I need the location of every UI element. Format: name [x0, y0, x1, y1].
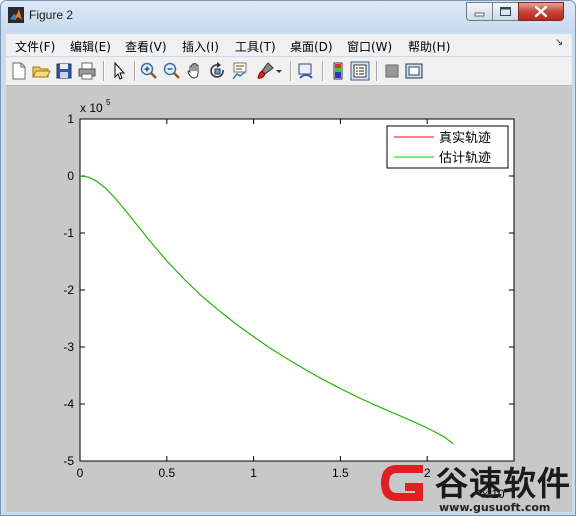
figure-window: Figure 2 文件(F) 编辑(E) 查看(V) 插入(I) 工具(T) 桌…: [0, 0, 576, 516]
y-tick-label: -4: [63, 397, 74, 411]
toolbar-separator: [103, 61, 105, 81]
watermark-logo-icon: [381, 465, 423, 501]
toolbar-separator: [322, 61, 324, 81]
watermark: 谷速软件 www.gusuoft.com: [373, 453, 575, 515]
toolbar-separator: [376, 61, 378, 81]
legend-label-true: 真实轨迹: [439, 131, 491, 146]
y-tick-label: 1: [67, 112, 74, 126]
zoom-out-icon[interactable]: [162, 61, 182, 81]
x-tick-label: 0: [77, 466, 84, 480]
link-plot-icon[interactable]: [296, 61, 316, 81]
menu-edit[interactable]: 编辑(E): [70, 38, 111, 55]
brush-icon[interactable]: [255, 61, 275, 81]
toolbar-separator: [134, 61, 136, 81]
open-file-icon[interactable]: [31, 61, 51, 81]
menu-help[interactable]: 帮助(H): [408, 38, 450, 55]
menu-tools[interactable]: 工具(T): [235, 38, 276, 55]
x-tick-label: 1: [250, 466, 257, 480]
minimize-button[interactable]: [466, 2, 493, 21]
title-bar[interactable]: Figure 2: [1, 1, 575, 31]
legend[interactable]: 真实轨迹 估计轨迹: [386, 125, 509, 169]
new-figure-icon[interactable]: [9, 61, 29, 81]
y-tick-label: 0: [67, 169, 74, 183]
close-button[interactable]: [518, 2, 564, 21]
menu-bar: 文件(F) 编辑(E) 查看(V) 插入(I) 工具(T) 桌面(D) 窗口(W…: [6, 34, 572, 56]
menu-insert[interactable]: 插入(I): [182, 38, 219, 55]
watermark-text: 谷速软件: [435, 464, 571, 503]
brush-dropdown-icon[interactable]: [274, 61, 284, 81]
figure-canvas[interactable]: 0 0.5 1 1.5 2 1 0 -1 -2 -3 -4 -5 x 10 5 x 10 真实轨迹 估…: [6, 86, 572, 512]
window-title: Figure 2: [29, 8, 74, 22]
y-exponent-label: x 10: [80, 101, 103, 115]
x-tick-label: 0.5: [158, 466, 175, 480]
y-tick-label: -2: [63, 283, 74, 297]
maximize-icon: [500, 7, 511, 16]
minimize-icon: [474, 12, 485, 17]
select-arrow-icon[interactable]: [109, 61, 129, 81]
print-icon[interactable]: [77, 61, 97, 81]
data-cursor-icon[interactable]: [231, 61, 251, 81]
y-tick-label: -3: [63, 340, 74, 354]
x-tick-label: 1.5: [332, 466, 349, 480]
maximize-button[interactable]: [492, 2, 519, 21]
insert-colorbar-icon[interactable]: [328, 61, 348, 81]
legend-label-estimate: 估计轨迹: [439, 151, 491, 166]
save-icon[interactable]: [54, 61, 74, 81]
matlab-logo-icon: [8, 7, 24, 23]
close-icon: [534, 5, 548, 18]
zoom-in-icon[interactable]: [139, 61, 159, 81]
y-tick-label: -1: [63, 226, 74, 240]
menu-window[interactable]: 窗口(W): [347, 38, 392, 55]
menu-view[interactable]: 查看(V): [125, 38, 167, 55]
insert-legend-icon[interactable]: [350, 61, 370, 81]
hide-plot-tools-icon[interactable]: [382, 61, 402, 81]
menu-dock-arrow-icon[interactable]: ↘: [555, 37, 563, 48]
plot-svg: 0 0.5 1 1.5 210-1-2-3-4-5 x 10 5 x 10 真实轨迹 估…: [63, 98, 515, 501]
rotate-3d-icon[interactable]: [208, 61, 228, 81]
show-plot-tools-icon[interactable]: [404, 61, 424, 81]
axes-background[interactable]: [79, 118, 515, 462]
y-tick-label: -5: [63, 454, 74, 468]
watermark-url: www.gusuoft.com: [439, 501, 551, 514]
menu-file[interactable]: 文件(F): [15, 38, 55, 55]
toolbar-separator: [290, 61, 292, 81]
y-exponent-power: 5: [106, 98, 111, 107]
menu-desktop[interactable]: 桌面(D): [290, 38, 333, 55]
figure-toolbar: [6, 57, 572, 86]
pan-hand-icon[interactable]: [185, 61, 205, 81]
